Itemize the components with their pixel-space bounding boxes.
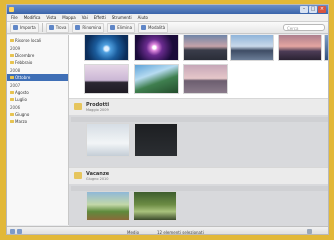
menu-bar: File Modifica Vista Mappa Vai Effetti St… (7, 14, 328, 22)
find-label: Trova (55, 25, 67, 30)
rename-button[interactable]: Rinomina (72, 22, 105, 33)
group-strip (71, 117, 328, 122)
tree-item-selected[interactable]: Ottobre (7, 74, 68, 81)
tree-year-label: 2008 (10, 68, 21, 73)
tree-item-label: Giugno (15, 112, 30, 117)
list-view-icon[interactable] (17, 229, 22, 234)
menu-mappa[interactable]: Mappa (62, 14, 75, 22)
import-icon (13, 25, 18, 30)
photo-thumbnail[interactable] (135, 124, 177, 156)
photo-manager-window: – □ × File Modifica Vista Mappa Vai Effe… (6, 4, 329, 235)
window-controls: – □ × (300, 6, 326, 13)
tree-item[interactable]: Agosto (7, 89, 68, 96)
status-bar: Medio 12 elementi selezionati (7, 226, 328, 234)
tree-year-label: 2006 (10, 105, 21, 110)
tree-item-label: Ottobre (15, 75, 31, 80)
tree-item-label: Agosto (15, 90, 29, 95)
frame-right (329, 0, 334, 240)
import-button[interactable]: Importa (10, 22, 39, 33)
group-date: Giugno 2010 (86, 177, 109, 181)
tree-year[interactable]: 2008 (7, 67, 68, 74)
rename-label: Rinomina (82, 25, 102, 30)
photo-thumbnail[interactable] (85, 35, 128, 60)
menu-effetti[interactable]: Effetti (94, 14, 106, 22)
photo-thumbnail[interactable] (87, 192, 129, 220)
toolbar: Importa Trova Rinomina Elimina Modalità … (7, 22, 328, 34)
folder-icon (74, 103, 82, 110)
tree-item[interactable]: Luglio (7, 96, 68, 103)
rename-icon (75, 25, 81, 30)
minimize-button[interactable]: – (300, 6, 308, 13)
photo-thumbnail[interactable] (85, 65, 128, 93)
tree-item-label: Dicembre (15, 53, 35, 58)
folder-icon (10, 98, 14, 101)
delete-button[interactable]: Elimina (107, 22, 136, 33)
find-icon (48, 25, 54, 30)
info-icon[interactable] (307, 229, 312, 234)
tree-item[interactable]: Giugno (7, 111, 68, 118)
folder-icon (10, 61, 14, 64)
group-date: Maggio 2009 (86, 108, 109, 112)
mode-label: Modalità (148, 25, 166, 30)
photo-thumbnail[interactable] (231, 35, 273, 60)
tree-year[interactable]: 2007 (7, 82, 68, 89)
folder-icon (10, 39, 14, 42)
menu-vista[interactable]: Vista (46, 14, 56, 22)
grid-view-icon[interactable] (10, 229, 15, 234)
folder-icon (10, 54, 14, 57)
folder-icon (10, 76, 14, 79)
search-input[interactable]: Cerca (283, 24, 325, 31)
folder-icon (10, 113, 14, 116)
photo-thumbnail[interactable] (279, 35, 321, 60)
import-label: Importa (20, 25, 36, 30)
maximize-button[interactable]: □ (309, 6, 317, 13)
delete-label: Elimina (117, 25, 133, 30)
menu-file[interactable]: File (11, 14, 18, 22)
tree-item-label: Marzo (15, 119, 28, 124)
photo-thumbnail[interactable] (135, 35, 178, 60)
tree-item-label: Risorse locali (15, 38, 42, 43)
tree-item[interactable]: Febbraio (7, 59, 68, 66)
app-icon (9, 7, 14, 12)
mode-button[interactable]: Modalità (138, 22, 169, 33)
frame-bottom (0, 235, 334, 240)
menu-aiuto[interactable]: Aiuto (138, 14, 148, 22)
group-header[interactable]: Prodotti Maggio 2009 (69, 98, 328, 116)
menu-modifica[interactable]: Modifica (24, 14, 41, 22)
menu-strumenti[interactable]: Strumenti (112, 14, 132, 22)
tree-item[interactable]: Risorse locali (7, 37, 68, 44)
folder-tree: Risorse locali 2009 Dicembre Febbraio 20… (7, 35, 69, 225)
mode-icon (141, 25, 147, 30)
close-button[interactable]: × (318, 6, 326, 13)
tree-year[interactable]: 2009 (7, 45, 68, 52)
photo-thumbnail[interactable] (134, 192, 176, 220)
photo-thumbnail[interactable] (135, 65, 178, 93)
folder-icon (10, 120, 14, 123)
delete-icon (110, 25, 116, 30)
group-header[interactable]: Vacanze Giugno 2010 (69, 167, 328, 185)
photo-thumbnail[interactable] (87, 124, 129, 156)
find-button[interactable]: Trova (45, 22, 70, 33)
group-strip (71, 186, 328, 191)
photo-thumbnail[interactable] (184, 65, 227, 93)
thumbnail-pane: Prodotti Maggio 2009 Vacanze Giugno 2010 (69, 35, 328, 226)
tree-item-label: Febbraio (15, 60, 33, 65)
menu-vai[interactable]: Vai (82, 14, 88, 22)
tree-item-label: Luglio (15, 97, 27, 102)
photo-thumbnail[interactable] (184, 35, 227, 60)
folder-icon (74, 172, 82, 179)
toolbar-separator (41, 23, 43, 32)
folder-icon (10, 91, 14, 94)
tree-year-label: 2009 (10, 46, 21, 51)
tree-item[interactable]: Marzo (7, 118, 68, 125)
tree-item[interactable]: Dicembre (7, 52, 68, 59)
tree-year-label: 2007 (10, 83, 21, 88)
tree-year[interactable]: 2006 (7, 104, 68, 111)
